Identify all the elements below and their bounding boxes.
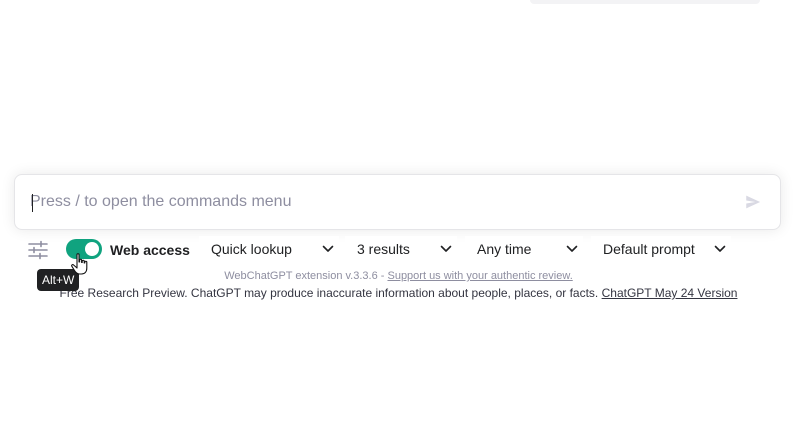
results-count-value: 3 results (357, 241, 410, 257)
send-button[interactable] (743, 192, 763, 212)
support-review-link[interactable]: Support us with your authentic review. (387, 270, 572, 282)
settings-button[interactable] (27, 240, 49, 260)
time-range-value: Any time (477, 241, 532, 257)
chevron-down-icon (321, 242, 335, 256)
chevron-down-icon (565, 242, 579, 256)
extension-info: WebChatGPT extension v.3.3.6 - Support u… (0, 270, 797, 282)
search-mode-value: Quick lookup (211, 241, 292, 257)
text-caret (32, 194, 33, 212)
send-icon (746, 195, 761, 209)
time-range-select[interactable]: Any time (465, 236, 583, 262)
prompt-box (14, 174, 781, 230)
chevron-down-icon (713, 242, 727, 256)
results-count-select[interactable]: 3 results (345, 236, 457, 262)
prompt-template-value: Default prompt (603, 241, 695, 257)
disclaimer-text: Free Research Preview. ChatGPT may produ… (59, 286, 602, 300)
footer-disclaimer: Free Research Preview. ChatGPT may produ… (0, 286, 797, 300)
version-link[interactable]: ChatGPT May 24 Version (602, 286, 738, 300)
top-bar-remnant (530, 0, 760, 4)
hand-pointer-cursor-icon (71, 253, 88, 275)
extension-version-text: WebChatGPT extension v.3.3.6 - (224, 270, 388, 282)
prompt-input[interactable] (30, 175, 730, 229)
search-mode-select[interactable]: Quick lookup (199, 236, 339, 262)
web-access-label: Web access (110, 242, 190, 258)
chat-page: Web access Quick lookup 3 results Any ti… (0, 0, 797, 444)
web-access-toolbar: Web access Quick lookup 3 results Any ti… (0, 236, 797, 264)
sliders-icon (28, 240, 48, 260)
chevron-down-icon (439, 242, 453, 256)
prompt-template-select[interactable]: Default prompt (591, 236, 731, 262)
